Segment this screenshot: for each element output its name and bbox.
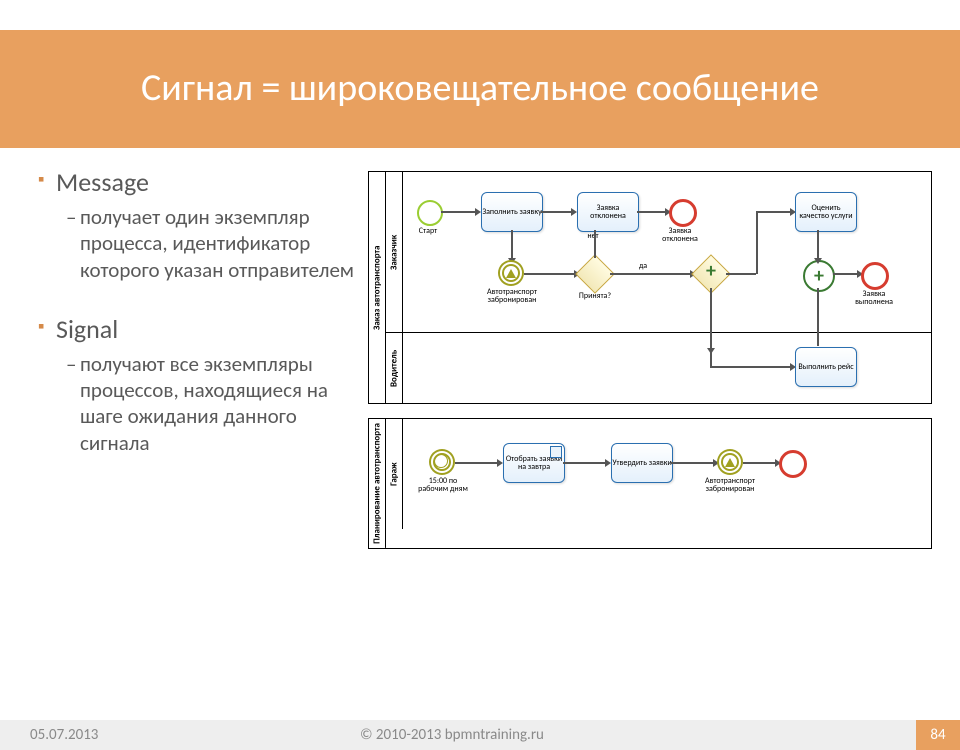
- bullet-head: Message: [38, 166, 358, 198]
- task-approve-requests: Утвердить заявки: [611, 443, 673, 483]
- signal-catch-icon: [500, 262, 522, 284]
- task-label: Заполнить заявку: [482, 208, 541, 216]
- lane-title: Водитель: [386, 333, 403, 403]
- end-label: Заявка выполнена: [847, 290, 901, 307]
- flow-arrow: [817, 288, 819, 346]
- flow-arrow: [726, 273, 756, 275]
- edge-label-yes: да: [631, 262, 655, 270]
- pool-title: Планирование автотранспорта: [369, 419, 386, 548]
- end-event-icon: [669, 199, 697, 227]
- flow-arrow: [610, 273, 690, 275]
- diagram-column: Заказ автотранспорта Заказчик Старт Запо…: [368, 166, 932, 563]
- lane-title: Заказчик: [386, 172, 403, 332]
- flow-arrow: [756, 211, 790, 213]
- flow-arrow: [710, 348, 712, 368]
- flow-arrow: [541, 211, 571, 213]
- gateway-parallel: [697, 260, 725, 288]
- content-area: Message получает один экземпляр процесса…: [0, 148, 960, 563]
- flow-arrow: [637, 211, 665, 213]
- flow-arrow: [743, 462, 775, 464]
- timer-label: 15:00 по рабочим дням: [413, 477, 473, 494]
- timer-start-icon: [431, 451, 453, 473]
- start-event-icon: [417, 200, 443, 226]
- flow-arrow: [671, 462, 713, 464]
- footer: 05.07.2013 © 2010-2013 bpmntraining.ru 8…: [0, 720, 960, 750]
- flow-arrow: [756, 211, 758, 274]
- lane-body: Выполнить рейс: [403, 333, 931, 403]
- pool-planning: Планирование автотранспорта Гараж 15:00 …: [368, 418, 932, 549]
- signal-label: Автотранспорт забронирован: [703, 477, 757, 494]
- gateway-label: Принята?: [568, 292, 622, 300]
- gateway-parallel-join-icon: +: [803, 260, 835, 292]
- lane-body: Старт Заполнить заявку Заявка отклонена …: [403, 172, 931, 332]
- lane-customer: Заказчик Старт Заполнить заявку Заявка о…: [386, 172, 931, 332]
- page-number: 84: [916, 720, 960, 750]
- flow-arrow: [833, 273, 857, 275]
- start-label: Старт: [401, 227, 455, 235]
- flow-arrow: [594, 230, 596, 258]
- pool-title: Заказ автотранспорта: [369, 172, 386, 403]
- task-pick-requests: Отобрать заявки на завтра: [503, 443, 565, 483]
- task-fill-request: Заполнить заявку: [481, 192, 543, 232]
- end-event-icon: [861, 262, 889, 290]
- bullet-head: Signal: [38, 313, 358, 345]
- signal-throw-icon: [719, 451, 741, 473]
- task-rate-service: Оценить качество услуги: [795, 192, 857, 232]
- subtask-marker-icon: [550, 446, 562, 458]
- flow-arrow: [511, 230, 513, 258]
- flow-arrow: [524, 273, 574, 275]
- title-band: Сигнал = широковещательное сообщение: [0, 30, 960, 148]
- bullet-sub: получают все экземпляры процессов, наход…: [66, 351, 358, 456]
- task-run-trip: Выполнить рейс: [795, 347, 857, 387]
- flow-arrow: [563, 462, 605, 464]
- text-column: Message получает один экземпляр процесса…: [38, 166, 368, 563]
- edge-label-no: нет: [581, 232, 605, 240]
- signal-label: Автотранспорт забронирован: [485, 288, 539, 305]
- lane-title: Гараж: [386, 419, 403, 529]
- footer-copyright: © 2010-2013 bpmntraining.ru: [360, 726, 916, 744]
- lane-driver: Водитель Выполнить рейс: [386, 332, 931, 403]
- flow-arrow: [710, 288, 712, 348]
- task-label: Оценить качество услуги: [796, 204, 856, 221]
- lane-garage: Гараж 15:00 по рабочим дням Отобрать зая…: [386, 419, 931, 529]
- lane-body: 15:00 по рабочим дням Отобрать заявки на…: [403, 419, 931, 529]
- slide-title: Сигнал = широковещательное сообщение: [141, 67, 819, 111]
- task-label: Выполнить рейс: [798, 363, 853, 371]
- task-label: Заявка отклонена: [578, 204, 638, 221]
- flow-arrow: [817, 230, 819, 258]
- task-rejected: Заявка отклонена: [577, 192, 639, 232]
- flow-arrow: [455, 462, 497, 464]
- end-event-icon: [779, 450, 807, 478]
- pool-order: Заказ автотранспорта Заказчик Старт Запо…: [368, 171, 932, 404]
- end-label: Заявка отклонена: [653, 227, 707, 244]
- bullet-message: Message получает один экземпляр процесса…: [38, 166, 358, 283]
- flow-arrow: [710, 366, 790, 368]
- flow-arrow: [441, 211, 475, 213]
- bullet-sub: получает один экземпляр процесса, иденти…: [66, 204, 358, 283]
- footer-date: 05.07.2013: [0, 726, 360, 744]
- gateway-decision: [581, 260, 609, 288]
- task-label: Утвердить заявки: [612, 459, 671, 467]
- bullet-signal: Signal получают все экземпляры процессов…: [38, 313, 358, 456]
